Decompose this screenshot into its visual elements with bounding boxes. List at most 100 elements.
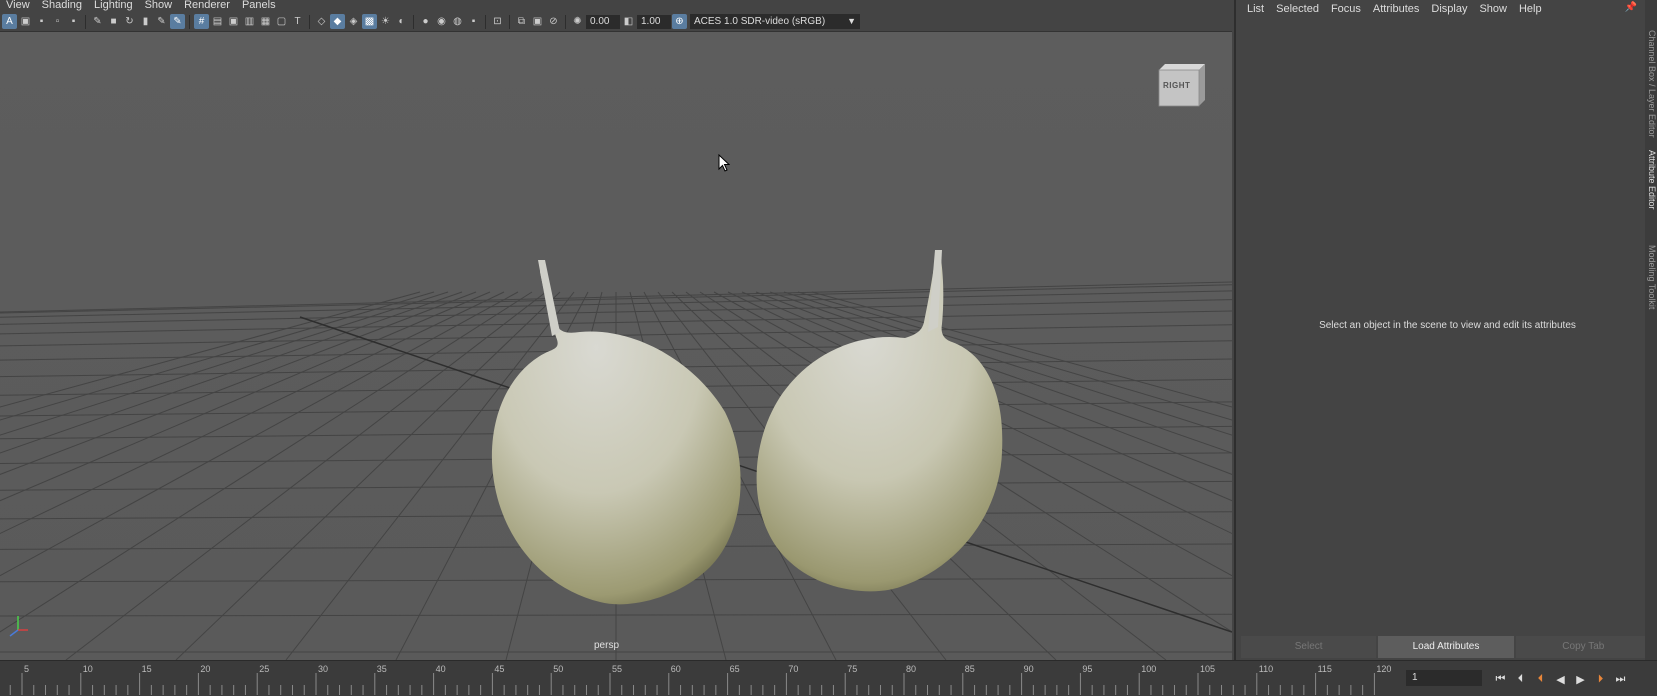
gamma-field[interactable]: 1.00 [637,14,671,29]
bookmarks-icon[interactable]: ▪ [34,14,49,29]
backface-culling-icon[interactable]: ⊘ [546,14,561,29]
tab-modeling-toolkit[interactable]: Modeling Toolkit [1645,245,1657,325]
depth-of-field-icon[interactable]: ▪ [466,14,481,29]
smooth-shade-icon[interactable]: ◆ [330,14,345,29]
time-tick-label: 105 [1200,664,1215,674]
menu-list[interactable]: List [1242,3,1271,15]
screen-space-ao-icon[interactable]: ● [418,14,433,29]
grid-icon[interactable]: # [194,14,209,29]
tab-channel-box[interactable]: Channel Box / Layer Editor [1645,30,1657,140]
time-tick-label: 5 [24,664,29,674]
xray-icon[interactable]: ⧉ [514,14,529,29]
multisample-aa-icon[interactable]: ◍ [450,14,465,29]
attribute-editor-panel: List Selected Focus Attributes Display S… [1234,0,1657,660]
time-tick-label: 30 [318,664,328,674]
scene-canvas[interactable] [0,32,1232,660]
play-backwards-icon[interactable]: ◀ [1552,671,1569,688]
menu-show[interactable]: Show [1474,3,1514,15]
time-tick-label: 90 [1024,664,1034,674]
menu-attributes[interactable]: Attributes [1368,3,1426,15]
resolution-gate-icon[interactable]: ▣ [226,14,241,29]
toolbar-separator [485,14,486,29]
viewport-panel[interactable]: View Shading Lighting Show Renderer Pane… [0,0,1232,660]
menu-lighting[interactable]: Lighting [88,0,139,12]
pencil-icon[interactable]: ✎ [154,14,169,29]
film-gate-icon[interactable]: ▤ [210,14,225,29]
time-tick-label: 85 [965,664,975,674]
time-tick-label: 75 [847,664,857,674]
time-tick-label: 120 [1376,664,1391,674]
go-to-end-icon[interactable]: ⏭ [1612,671,1629,688]
viewcube[interactable]: RIGHT [1153,60,1207,110]
shadows-icon[interactable]: ◐ [394,14,409,29]
grease-pencil-active-icon[interactable]: ✎ [170,14,185,29]
time-tick-label: 60 [671,664,681,674]
menu-renderer[interactable]: Renderer [178,0,236,12]
attribute-editor-buttons: Select Load Attributes Copy Tab [1241,636,1651,658]
motion-blur-icon[interactable]: ◉ [434,14,449,29]
time-tick-label: 40 [436,664,446,674]
wireframe-on-shaded-icon[interactable]: ◈ [346,14,361,29]
camera-attributes-icon[interactable]: ▣ [18,14,33,29]
safe-title-icon[interactable]: T [290,14,305,29]
menu-show[interactable]: Show [139,0,179,12]
time-tick-label: 80 [906,664,916,674]
menu-display[interactable]: Display [1426,3,1474,15]
play-forwards-icon[interactable]: ▶ [1572,671,1589,688]
use-all-lights-icon[interactable]: ☀ [378,14,393,29]
step-forward-frame-icon[interactable]: ⏵ [1592,671,1609,688]
menu-selected[interactable]: Selected [1271,3,1326,15]
time-tick-label: 35 [377,664,387,674]
pin-icon[interactable]: 📌 [1625,2,1637,13]
gate-mask-icon[interactable]: ▥ [242,14,257,29]
time-slider[interactable]: 5 10 15 20 25 30 35 40 45 50 55 60 65 70 75 80 85 90 95 100… [0,660,1657,696]
time-tick-label: 70 [788,664,798,674]
time-tick-label: 50 [553,664,563,674]
menu-help[interactable]: Help [1514,3,1549,15]
camera-label: persp [594,640,620,651]
mouse-cursor-icon [718,153,731,175]
toolbar-separator [565,14,566,29]
grease-pencil-icon[interactable]: ✎ [90,14,105,29]
refresh-icon[interactable]: ↻ [122,14,137,29]
time-tick-label: 115 [1318,664,1332,674]
toolbar-separator [189,14,190,29]
menu-focus[interactable]: Focus [1326,3,1368,15]
field-chart-icon[interactable]: ▦ [258,14,273,29]
select-camera-icon[interactable]: A [2,14,17,29]
safe-action-icon[interactable]: ▢ [274,14,289,29]
menu-panels[interactable]: Panels [236,0,282,12]
exposure-field[interactable]: 0.00 [586,14,620,29]
viewcube-face-label: RIGHT [1163,81,1191,90]
gamma-icon[interactable]: ◧ [621,14,636,29]
menu-view[interactable]: View [0,0,36,12]
tab-attribute-editor[interactable]: Attribute Editor [1645,150,1657,220]
attribute-editor-menubar: List Selected Focus Attributes Display S… [1236,0,1657,18]
time-ruler[interactable]: 5 10 15 20 25 30 35 40 45 50 55 60 65 70 75 80 85 90 95 100… [0,661,1405,696]
time-tick-label: 10 [83,664,93,674]
current-frame-field[interactable]: 1 [1406,670,1482,686]
go-to-start-icon[interactable]: ⏮ [1492,671,1509,688]
time-tick-label: 15 [142,664,152,674]
wireframe-icon[interactable]: ◇ [314,14,329,29]
xray-joints-icon[interactable]: ▣ [530,14,545,29]
copy-tab-button[interactable]: Copy Tab [1515,636,1651,658]
textured-icon[interactable]: ▩ [362,14,377,29]
lock-icon[interactable]: ▮ [138,14,153,29]
maya-window: View Shading Lighting Show Renderer Pane… [0,0,1657,696]
isolate-select-icon[interactable]: ⊡ [490,14,505,29]
select-button[interactable]: Select [1241,636,1377,658]
2d-pan-zoom-icon[interactable]: ▪ [66,14,81,29]
exposure-icon[interactable]: ✺ [570,14,585,29]
menu-shading[interactable]: Shading [36,0,88,12]
time-tick-label: 65 [730,664,740,674]
load-attributes-button[interactable]: Load Attributes [1378,636,1514,658]
time-tick-label: 100 [1141,664,1156,674]
color-management-icon[interactable]: ⊕ [672,14,687,29]
step-back-key-icon[interactable]: ⏴ [1512,671,1529,688]
viewport-toolbar: A ▣ ▪ ▫ ▪ ✎ ■ ↻ ▮ ✎ ✎ # ▤ ▣ ▥ ▦ ▢ T ◇ ◆ … [0,12,1232,32]
step-back-frame-icon[interactable]: ⏴ [1532,671,1549,688]
colorspace-dropdown[interactable]: ACES 1.0 SDR-video (sRGB) ▼ [690,14,860,29]
image-plane-icon[interactable]: ▫ [50,14,65,29]
camera-icon[interactable]: ■ [106,14,121,29]
